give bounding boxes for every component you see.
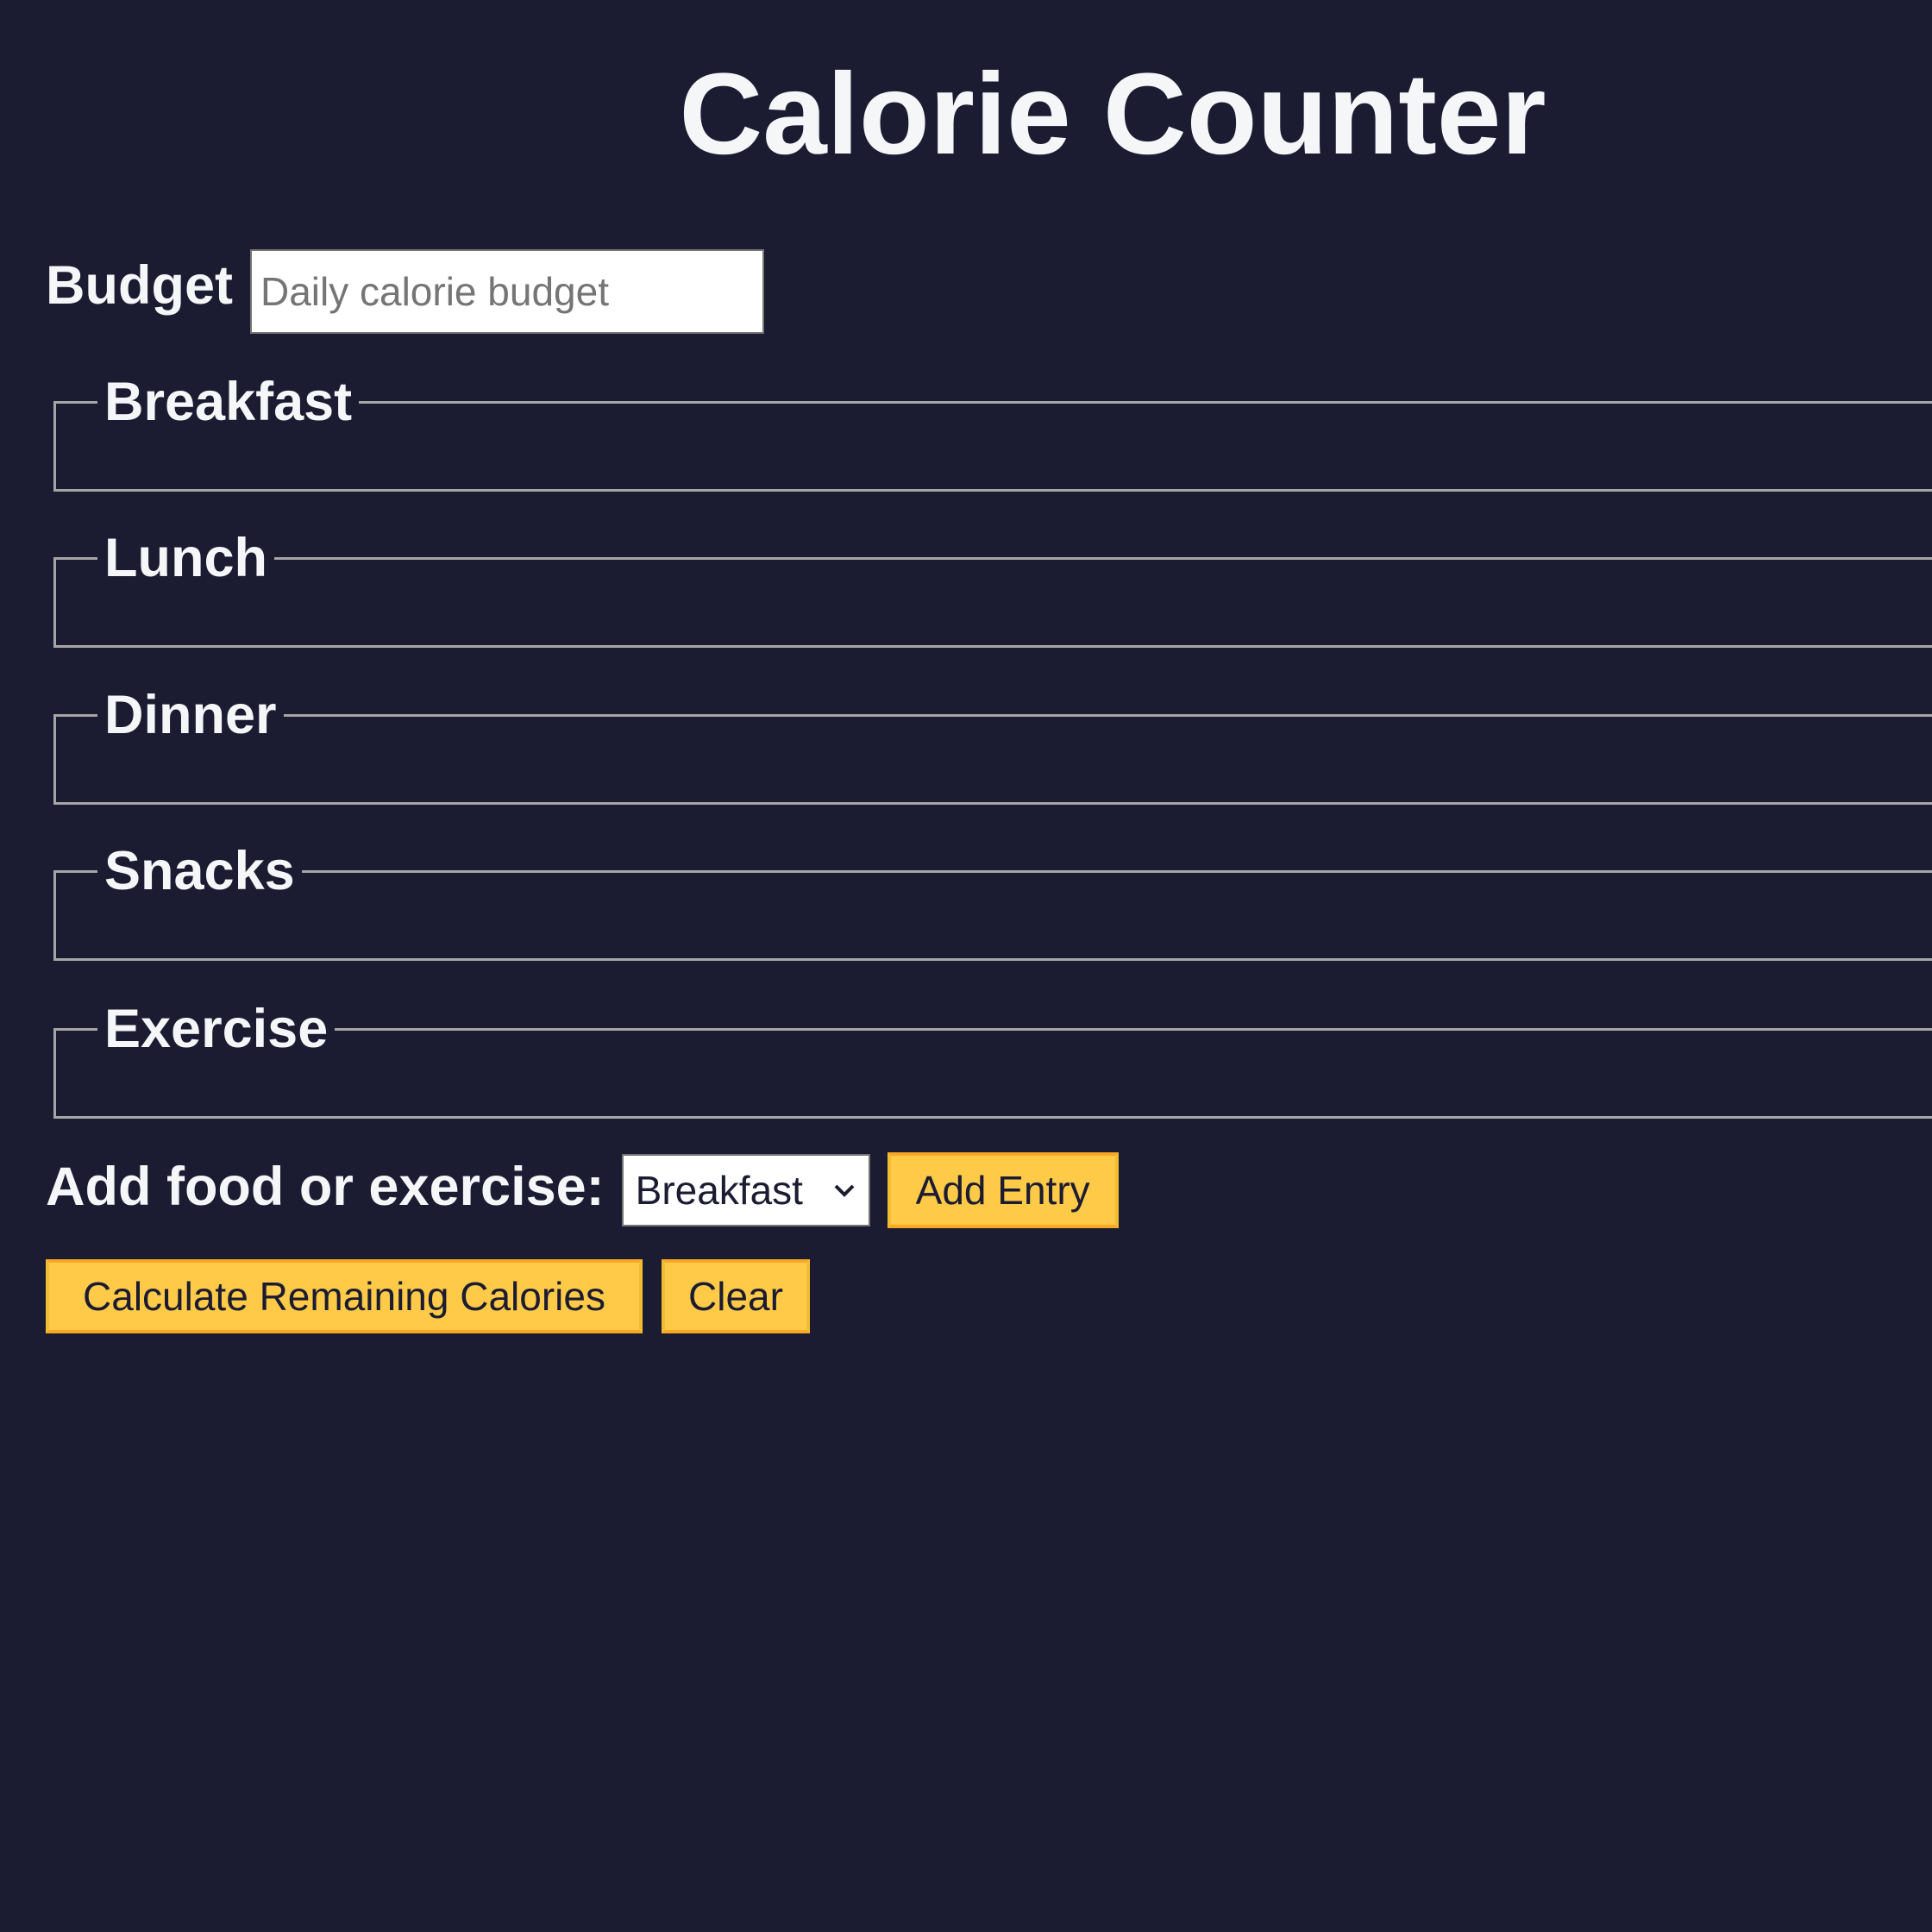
budget-input[interactable] — [249, 249, 764, 334]
fieldset-lunch: Lunch — [53, 524, 1932, 648]
fieldset-snacks: Snacks — [53, 837, 1932, 961]
add-entry-row: Add food or exercise: Breakfast Add Entr… — [46, 1152, 1119, 1228]
budget-row: Budget — [46, 248, 764, 336]
page-title: Calorie Counter — [679, 50, 1546, 179]
legend-exercise: Exercise — [97, 994, 336, 1063]
fieldset-dinner: Dinner — [53, 681, 1932, 805]
chevron-down-icon — [834, 1184, 855, 1197]
clear-button[interactable]: Clear — [662, 1259, 810, 1333]
entry-type-dropdown[interactable]: Breakfast — [621, 1154, 870, 1226]
budget-label: Budget — [46, 254, 233, 316]
fieldset-exercise: Exercise — [53, 994, 1932, 1119]
dropdown-selected-value: Breakfast — [635, 1168, 803, 1213]
legend-breakfast: Breakfast — [97, 367, 360, 436]
add-entry-button[interactable]: Add Entry — [887, 1152, 1119, 1228]
calculate-remaining-calories-button[interactable]: Calculate Remaining Calories — [46, 1259, 643, 1333]
add-entry-label: Add food or exercise: — [46, 1156, 605, 1217]
fieldset-breakfast: Breakfast — [53, 367, 1932, 492]
action-row: Calculate Remaining Calories Clear — [46, 1259, 810, 1333]
legend-lunch: Lunch — [97, 524, 274, 593]
legend-snacks: Snacks — [97, 837, 302, 906]
legend-dinner: Dinner — [97, 681, 284, 750]
calorie-counter-page: Calorie Counter Budget Breakfast Lunch D… — [0, 0, 1932, 1932]
